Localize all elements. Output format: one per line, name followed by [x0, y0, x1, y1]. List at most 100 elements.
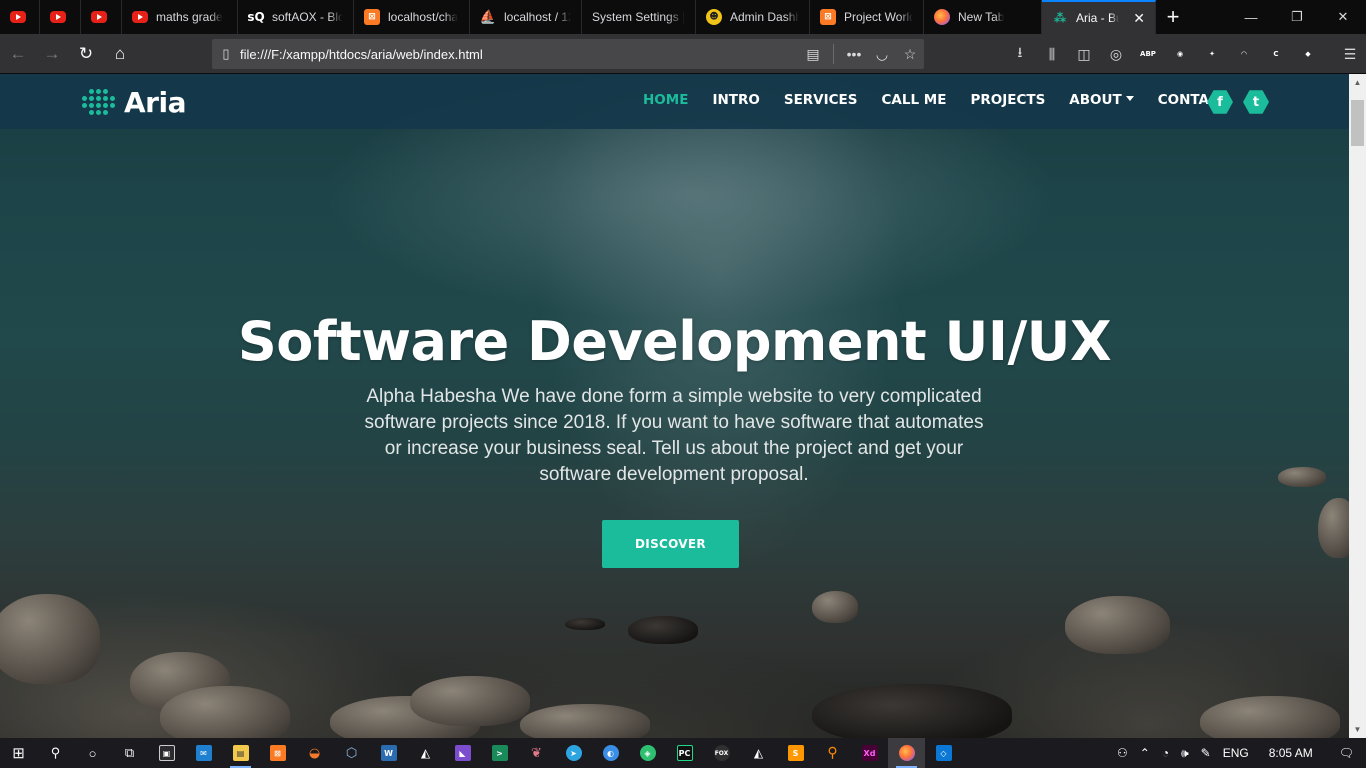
tab-localhost-cha[interactable]: ⊠ localhost/cha	[354, 0, 470, 34]
tab-youtube-3[interactable]	[81, 0, 122, 34]
back-button[interactable]: ←	[2, 38, 34, 70]
bookmark-star-icon[interactable]: ☆	[896, 46, 924, 63]
abp-icon: ABP	[1140, 50, 1156, 58]
ext-abp[interactable]: ABP	[1132, 38, 1164, 70]
task-view-button[interactable]: ⧉	[111, 738, 148, 768]
tab-new-tab[interactable]: New Tab	[924, 0, 1042, 34]
taskbar-app-vscode[interactable]: ◇	[925, 738, 962, 768]
pen-workspace-icon[interactable]: ✎	[1195, 738, 1217, 768]
pycharm-icon: PC	[676, 745, 693, 761]
tab-admin-dashboard[interactable]: ☻ Admin Dashb	[696, 0, 810, 34]
xampp-icon: ⊠	[269, 745, 286, 761]
taskbar-app-telegram[interactable]: ➤	[555, 738, 592, 768]
taskbar-app-brain[interactable]: ❦	[518, 738, 555, 768]
rock	[520, 704, 650, 738]
taskbar-app-unity[interactable]: ◭	[407, 738, 444, 768]
scroll-down-icon[interactable]: ▼	[1349, 721, 1366, 738]
phpmyadmin-icon: ⛵	[479, 9, 497, 25]
unity-icon: ◭	[420, 746, 431, 760]
discover-button[interactable]: DISCOVER	[602, 520, 739, 568]
xd-icon: Xd	[861, 745, 878, 761]
taskbar-app-git[interactable]: ◈	[629, 738, 666, 768]
tab-aria-active[interactable]: ⁂ Aria - Busi ✕	[1042, 0, 1156, 34]
tab-youtube-2[interactable]	[40, 0, 81, 34]
url-text[interactable]: file:///F:/xampp/htdocs/aria/web/index.h…	[240, 47, 799, 62]
restore-button[interactable]: ❐	[1274, 0, 1320, 34]
tab-maths-grade[interactable]: maths grade	[122, 0, 238, 34]
scroll-thumb[interactable]	[1351, 100, 1364, 146]
network-icon[interactable]: ◔	[1156, 738, 1175, 768]
taskbar-app-sublime[interactable]: S	[777, 738, 814, 768]
taskbar-app-pycharm[interactable]: PC	[666, 738, 703, 768]
tab-youtube-1[interactable]	[0, 0, 40, 34]
tab-system-settings[interactable]: System Settings |	[582, 0, 696, 34]
rock	[1200, 696, 1340, 738]
start-button[interactable]: ⊞	[0, 738, 37, 768]
reload-button[interactable]: ↻	[70, 38, 102, 70]
taskbar-app-explorer[interactable]: ▤	[222, 738, 259, 768]
search-button[interactable]: ⚲	[37, 738, 74, 768]
taskbar-app-terminal[interactable]: >	[481, 738, 518, 768]
close-tab-icon[interactable]: ✕	[1133, 10, 1145, 27]
ext-coin[interactable]: C	[1260, 38, 1292, 70]
scroll-up-icon[interactable]: ▲	[1349, 74, 1366, 91]
taskbar-app-box[interactable]: ⬡	[333, 738, 370, 768]
reader-view-icon[interactable]: ▤	[799, 46, 827, 63]
nav-projects[interactable]: PROJECTS	[958, 92, 1057, 108]
taskbar-app-visual-studio[interactable]: ◣	[444, 738, 481, 768]
nav-intro[interactable]: INTRO	[700, 92, 771, 108]
more-actions-icon[interactable]: •••	[840, 46, 868, 62]
nav-services[interactable]: SERVICES	[772, 92, 870, 108]
taskbar-app-search-tool[interactable]: ⚲	[814, 738, 851, 768]
home-button[interactable]: ⌂	[104, 38, 136, 70]
taskbar-app-unity-2[interactable]: ◭	[740, 738, 777, 768]
forward-button[interactable]: →	[36, 38, 68, 70]
language-indicator[interactable]: ENG	[1217, 738, 1255, 768]
logo-text: Aria	[124, 85, 186, 119]
rock	[812, 684, 1012, 738]
tab-localhost-pma[interactable]: ⛵ localhost / 12	[470, 0, 582, 34]
people-icon[interactable]: ⚇	[1111, 738, 1134, 768]
taskbar-app-firefox[interactable]	[888, 738, 925, 768]
sidebar-icon[interactable]: ◫	[1068, 38, 1100, 70]
twitter-icon[interactable]: t	[1243, 90, 1269, 114]
taskbar-app-store[interactable]: ▣	[148, 738, 185, 768]
taskbar-app-xd[interactable]: Xd	[851, 738, 888, 768]
nav-home[interactable]: HOME	[631, 92, 700, 108]
ext-fox[interactable]: ✦	[1196, 38, 1228, 70]
notifications-icon[interactable]: 🗨	[1327, 738, 1366, 768]
pocket-icon[interactable]: ◡	[868, 46, 896, 63]
taskbar-app-xampp[interactable]: ⊠	[259, 738, 296, 768]
taskbar-app-mail[interactable]: ✉	[185, 738, 222, 768]
account-icon[interactable]: ◎	[1100, 38, 1132, 70]
nav-call-me[interactable]: CALL ME	[870, 92, 959, 108]
arrow-right-icon: →	[43, 43, 61, 63]
ext-mask[interactable]: ◠	[1228, 38, 1260, 70]
tab-softaox[interactable]: sQ softAOX - Blo	[238, 0, 354, 34]
url-bar[interactable]: ▯ file:///F:/xampp/htdocs/aria/web/index…	[212, 39, 924, 69]
ext-color[interactable]: ◆	[1292, 38, 1324, 70]
minimize-button[interactable]: —	[1228, 0, 1274, 34]
sublime-icon: S	[787, 745, 804, 761]
coin-extension-icon: C	[1273, 50, 1279, 58]
page-scrollbar[interactable]: ▲ ▼	[1349, 74, 1366, 738]
close-window-button[interactable]: ✕	[1320, 0, 1366, 34]
library-icon[interactable]: ⫼	[1036, 38, 1068, 70]
site-logo[interactable]: Aria	[80, 85, 186, 119]
new-tab-button[interactable]: +	[1156, 0, 1190, 34]
tab-project-world[interactable]: ⊠ Project World	[810, 0, 924, 34]
cortana-button[interactable]: ○	[74, 738, 111, 768]
downloads-icon[interactable]: ⭳	[1004, 38, 1036, 70]
menu-button[interactable]: ☰	[1334, 38, 1366, 70]
volume-icon[interactable]: 🕪	[1175, 738, 1195, 768]
nav-about-dropdown[interactable]: ABOUT	[1057, 92, 1145, 108]
clock[interactable]: 8:05 AM	[1255, 738, 1327, 768]
taskbar-app-dev-tool[interactable]: W	[370, 738, 407, 768]
taskbar-app-edge[interactable]: ◐	[592, 738, 629, 768]
tray-chevron-up-icon[interactable]: ⌃	[1134, 738, 1156, 768]
home-icon: ⌂	[114, 43, 126, 63]
softaox-icon: sQ	[247, 10, 265, 24]
taskbar-app-blender[interactable]: ◒	[296, 738, 333, 768]
taskbar-app-fox[interactable]: FOX	[703, 738, 740, 768]
ext-owl[interactable]: ◉	[1164, 38, 1196, 70]
